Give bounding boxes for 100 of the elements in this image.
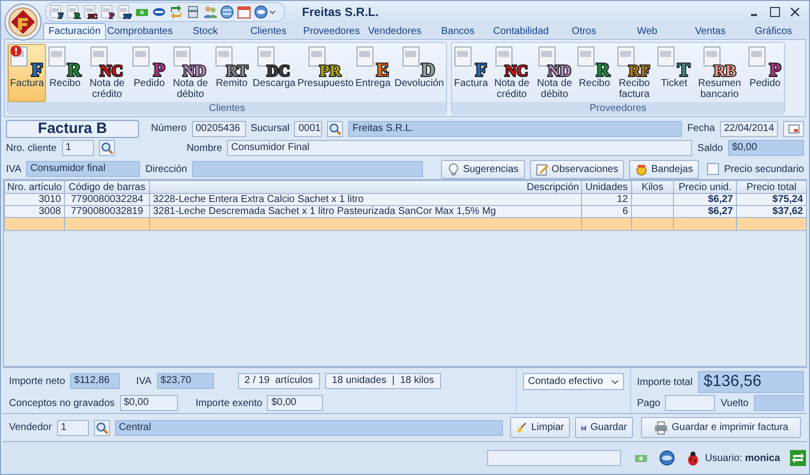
ribbon-button[interactable]: ND Nota de débito [534, 44, 576, 102]
ribbon-tab[interactable]: Ventas [678, 23, 742, 39]
dropdown-icon[interactable] [254, 5, 276, 19]
ribbon-button[interactable]: RB Resumen bancario [693, 44, 746, 102]
column-header[interactable]: Precio unid. [674, 180, 736, 194]
ribbon-button[interactable]: ND Nota de débito [168, 44, 213, 102]
ribbon-button[interactable]: F Factura [452, 44, 490, 102]
ribbon-button[interactable]: R Recibo [575, 44, 614, 102]
input-field[interactable]: 1 [62, 140, 94, 156]
action-button[interactable]: Guardar e imprimir factura [641, 417, 801, 438]
column-header[interactable]: Descripción [150, 180, 582, 194]
ribbon-button[interactable]: T Ticket [655, 44, 694, 102]
input-field[interactable]: 0001 [294, 120, 322, 136]
ribbon-tab[interactable]: Vendedores [363, 23, 426, 39]
action-button[interactable]: Guardar [575, 417, 633, 438]
field-label: Sucursal [250, 122, 290, 136]
ribbon-button[interactable]: D Devolución [392, 44, 446, 102]
input-field[interactable] [665, 395, 716, 411]
ribbon-button[interactable]: DC Descarga [250, 44, 298, 102]
ribbon-button[interactable]: NC Nota de crédito [84, 44, 130, 102]
table-cell: 3281-Leche Descremada Sachet x 1 litro Pasteurizada SanCor Max 1,5% Mg [150, 206, 582, 218]
action-button[interactable]: Limpiar [510, 417, 570, 438]
ribbon-tab[interactable]: Facturación [43, 23, 106, 39]
input-field[interactable]: $112,86 [70, 373, 120, 389]
calendar-icon [788, 122, 800, 134]
input-field[interactable]: 22/04/2014 [720, 120, 778, 136]
ribbon-button[interactable]: RT Remito [212, 44, 251, 102]
input-field[interactable]: Central [114, 420, 503, 436]
input-field[interactable]: $0,00 [728, 140, 804, 156]
payment-dropdown[interactable]: Contado efectivo [523, 373, 624, 390]
column-header[interactable]: Código de barras [64, 180, 150, 194]
table-row[interactable]: 3010 7790080032284 3228-Leche Entera Extra Calcio Sachet x 1 litro 12 $6,27 $75,24 [4, 194, 806, 206]
search-icon [100, 142, 113, 154]
tray-icon [635, 162, 648, 176]
count-box: 18 unidades | 18 kilos [324, 373, 442, 389]
field-label: Importe neto [9, 374, 66, 388]
input-field[interactable] [192, 161, 423, 178]
refresh-icon[interactable] [169, 5, 183, 19]
field-label: Número [151, 122, 187, 136]
ribbon-button[interactable]: F Factura [8, 44, 46, 102]
user-label: Usuario: monica [705, 452, 780, 466]
ribbon-button[interactable]: RF Recibo factura [613, 44, 656, 102]
input-field[interactable]: 1 [56, 420, 89, 436]
input-field[interactable]: $23,70 [156, 373, 214, 389]
maximize-icon[interactable] [769, 6, 781, 18]
count-box: 2 / 19 artículos [238, 373, 320, 389]
input-field[interactable]: Consumidor Final [227, 140, 692, 156]
ribbon-tab[interactable]: Comprobantes [106, 23, 174, 39]
action-button[interactable]: Observaciones [530, 160, 624, 179]
field-label: Fecha [687, 122, 715, 136]
ribbon-button[interactable]: P Pedido [746, 44, 784, 102]
table-cell: 3008 [4, 206, 64, 218]
table-cell: 7790080032819 [64, 206, 150, 218]
ribbon-tab[interactable]: Otros [552, 23, 616, 39]
input-field[interactable] [754, 395, 804, 411]
calculator-icon[interactable] [186, 5, 200, 19]
input-field[interactable]: $0,00 [120, 395, 178, 411]
people-icon[interactable] [203, 5, 217, 19]
ribbon-button[interactable]: E Entrega [353, 44, 393, 102]
globe-icon[interactable] [659, 450, 675, 466]
card-icon[interactable] [152, 5, 166, 19]
globe-icon[interactable] [220, 5, 234, 19]
ribbon-tab[interactable]: Proveedores [300, 23, 364, 39]
calendar-icon[interactable] [237, 5, 251, 19]
column-header[interactable]: Nro. artículo [4, 180, 64, 194]
bulb-icon [446, 162, 460, 176]
ribbon-button[interactable]: NC Nota de crédito [490, 44, 534, 102]
column-header[interactable]: Kilos [632, 180, 674, 194]
table-cell: $75,24 [736, 194, 806, 206]
table-cell: 7790080032284 [64, 194, 150, 206]
input-field[interactable]: Freitas S.R.L. [348, 120, 682, 136]
close-icon[interactable] [789, 6, 801, 18]
total-field: $136,56 [698, 371, 804, 393]
search-button[interactable] [98, 140, 115, 156]
ribbon-tab[interactable]: Web [616, 23, 679, 39]
search-button[interactable] [327, 120, 344, 136]
checkbox[interactable] [706, 163, 719, 176]
column-header[interactable]: Precio total [736, 180, 806, 194]
table-cell: 6 [582, 206, 632, 218]
ribbon-tab[interactable]: Clientes [236, 23, 300, 39]
calendar-button[interactable] [783, 120, 804, 136]
exchange-arrows-icon[interactable] [790, 450, 806, 466]
ribbon-tab[interactable]: Contabilidad [489, 23, 552, 39]
action-button[interactable]: Bandejas [629, 160, 699, 179]
ribbon-tab[interactable]: Stock [174, 23, 237, 39]
ribbon-button[interactable]: P Pedido [130, 44, 168, 102]
column-header[interactable]: Unidades [582, 180, 632, 194]
ribbon-tab[interactable]: Gráficos [742, 23, 805, 39]
search-button[interactable] [94, 420, 110, 436]
ribbon-button[interactable]: R Recibo [46, 44, 84, 102]
action-button[interactable]: Sugerencias [440, 160, 525, 179]
input-field[interactable]: $0,00 [267, 395, 324, 411]
field-label: Pago [637, 396, 660, 410]
ribbon-button[interactable]: PR Presupuesto [297, 44, 354, 102]
input-field[interactable]: Consumidor final [26, 161, 140, 178]
ribbon-tab[interactable]: Bancos [426, 23, 490, 39]
table-row[interactable]: 3008 7790080032819 3281-Leche Descremada Sachet x 1 litro Pasteurizada SanCor Max 1,5% Mg 6 $6,27 $37,62 [4, 206, 806, 218]
field-label: Conceptos no gravados [9, 396, 115, 410]
window-title: Freitas S.R.L. [302, 4, 379, 21]
input-field[interactable]: 00205436 [192, 120, 246, 136]
